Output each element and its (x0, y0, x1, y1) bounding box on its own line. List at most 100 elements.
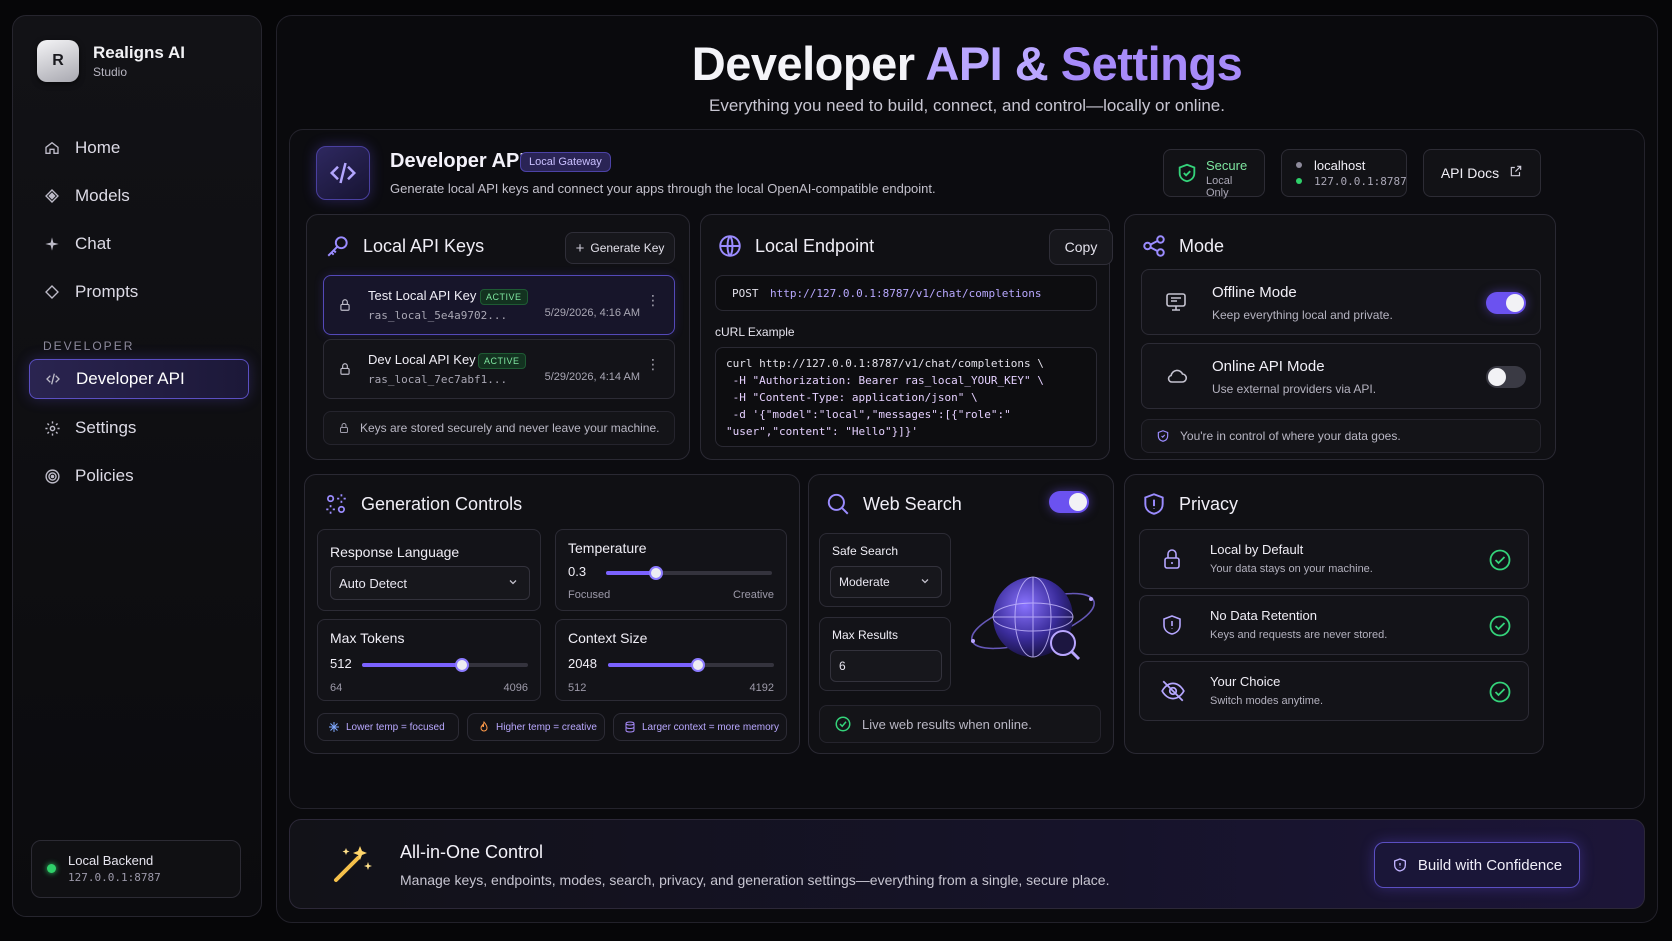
http-method: POST (732, 287, 759, 300)
globe-icon (717, 233, 743, 259)
curl-line: "user","content": "Hello"}]}' (726, 425, 919, 438)
max-results-input[interactable]: 6 (830, 650, 942, 682)
sidebar: R Realigns AI Studio Home Models Chat Pr… (12, 15, 262, 917)
api-key-row[interactable]: Test Local API Key ACTIVE ras_local_5e4a… (323, 275, 675, 335)
chevron-down-icon (919, 575, 931, 590)
input-value: 6 (839, 659, 846, 673)
web-search-note-text: Live web results when online. (862, 716, 1032, 732)
privacy-item-desc: Your data stays on your machine. (1210, 563, 1373, 575)
lock-icon (338, 421, 350, 435)
more-icon[interactable]: ⋮ (646, 293, 660, 307)
safe-search-select[interactable]: Moderate (830, 566, 942, 598)
sidebar-item-label: Prompts (75, 282, 139, 301)
sidebar-item-models[interactable]: Models (29, 176, 249, 216)
generate-key-button[interactable]: + Generate Key (565, 232, 675, 264)
active-badge: ACTIVE (478, 353, 526, 369)
card-title-text: Generation Controls (361, 493, 523, 514)
context-size-value: 2048 (568, 656, 597, 671)
build-with-confidence-button[interactable]: Build with Confidence (1374, 842, 1580, 888)
max-results-label: Max Results (832, 628, 899, 642)
web-search-card: Web Search Safe Search Moderate Max Resu… (808, 474, 1114, 754)
offline-mode-row[interactable]: Offline Mode Keep everything local and p… (1141, 269, 1541, 335)
snowflake-icon (328, 721, 340, 733)
brand[interactable]: R Realigns AI Studio (37, 40, 185, 82)
slider-thumb[interactable] (454, 658, 469, 672)
max-tokens-label: Max Tokens (330, 630, 405, 646)
api-key-date: 5/29/2026, 4:14 AM (544, 371, 640, 383)
temperature-min-label: Focused (568, 589, 611, 601)
curl-example[interactable]: curl http://127.0.0.1:8787/v1/chat/compl… (715, 347, 1097, 447)
card-title-text: Local Endpoint (755, 235, 875, 256)
privacy-item-name: Local by Default (1210, 542, 1304, 557)
context-size-slider[interactable] (608, 658, 774, 672)
sidebar-item-prompts[interactable]: Prompts (29, 272, 249, 312)
max-tokens-slider[interactable] (362, 658, 528, 672)
privacy-item-desc: Switch modes anytime. (1210, 695, 1324, 707)
monitor-icon (1164, 290, 1188, 319)
plus-icon: + (575, 239, 585, 257)
globe-illustration (967, 571, 1099, 676)
lock-icon (338, 361, 352, 382)
response-language-label: Response Language (330, 544, 460, 560)
slider-thumb[interactable] (690, 658, 705, 672)
chevron-down-icon (507, 576, 519, 591)
magic-wand-icon (328, 840, 376, 893)
max-tokens-min: 64 (330, 682, 343, 694)
card-title-text: Privacy (1179, 493, 1239, 514)
api-key-name: Dev Local API Key (368, 352, 476, 367)
endpoint-url-box[interactable]: POST http://127.0.0.1:8787/v1/chat/compl… (715, 275, 1097, 311)
page-title-part2: API & (925, 37, 1049, 90)
sidebar-item-label: Home (75, 138, 121, 157)
controls-icon (323, 491, 349, 517)
api-key-row[interactable]: Dev Local API Key ACTIVE ras_local_7ec7a… (323, 339, 675, 399)
lock-icon (338, 297, 352, 318)
more-icon[interactable]: ⋮ (646, 357, 660, 371)
response-language-select[interactable]: Auto Detect (330, 566, 530, 600)
temperature-max-label: Creative (733, 589, 774, 601)
curl-line: -H "Authorization: Bearer ras_local_YOUR… (726, 374, 1044, 387)
page-title-part1: Developer (691, 37, 915, 90)
card-title-text: Local API Keys (363, 235, 485, 256)
select-value: Moderate (839, 575, 890, 589)
host-address: 127.0.0.1:8787 (1314, 175, 1407, 188)
privacy-item: Your Choice Switch modes anytime. (1139, 661, 1529, 721)
sidebar-item-settings[interactable]: Settings (29, 408, 249, 448)
lock-icon (1160, 546, 1184, 577)
api-key-value: ras_local_5e4a9702... (368, 309, 508, 322)
online-mode-row[interactable]: Online API Mode Use external providers v… (1141, 343, 1541, 409)
slider-fill (608, 663, 698, 667)
brand-logo: R (37, 40, 79, 82)
generate-key-label: Generate Key (590, 241, 665, 255)
response-language-control: Response Language Auto Detect (317, 529, 541, 611)
eye-off-icon (1160, 678, 1186, 709)
backend-status[interactable]: Local Backend 127.0.0.1:8787 (31, 840, 241, 898)
hint-chip: Larger context = more memory (613, 713, 787, 741)
curl-label: cURL Example (715, 325, 795, 339)
online-mode-toggle[interactable] (1486, 366, 1526, 388)
sparkle-icon (43, 235, 61, 253)
target-icon (43, 467, 61, 485)
sidebar-item-home[interactable]: Home (29, 128, 249, 168)
web-search-toggle[interactable] (1049, 491, 1089, 513)
code-icon (316, 146, 370, 200)
banner-description: Manage keys, endpoints, modes, search, p… (400, 872, 1110, 888)
developer-api-description: Generate local API keys and connect your… (390, 181, 936, 196)
page-title: Developer API & Settings (277, 36, 1657, 91)
copy-label: Copy (1064, 239, 1098, 255)
button-label: Build with Confidence (1417, 856, 1563, 874)
copy-button[interactable]: Copy (1049, 229, 1113, 265)
slider-thumb[interactable] (648, 566, 663, 580)
sidebar-item-policies[interactable]: Policies (29, 456, 249, 496)
temperature-slider[interactable] (606, 566, 772, 580)
flame-icon (478, 721, 490, 733)
sidebar-item-developer-api[interactable]: Developer API (29, 359, 249, 399)
mode-note-text: You're in control of where your data goe… (1180, 429, 1401, 443)
curl-line: curl http://127.0.0.1:8787/v1/chat/compl… (726, 357, 1044, 370)
offline-mode-toggle[interactable] (1486, 292, 1526, 314)
privacy-card: Privacy Local by Default Your data stays… (1124, 474, 1544, 754)
api-docs-button[interactable]: API Docs (1423, 149, 1541, 197)
diamond-outline-icon (43, 283, 61, 301)
online-mode-desc: Use external providers via API. (1212, 382, 1377, 396)
sidebar-item-label: Models (75, 186, 130, 205)
sidebar-item-chat[interactable]: Chat (29, 224, 249, 264)
